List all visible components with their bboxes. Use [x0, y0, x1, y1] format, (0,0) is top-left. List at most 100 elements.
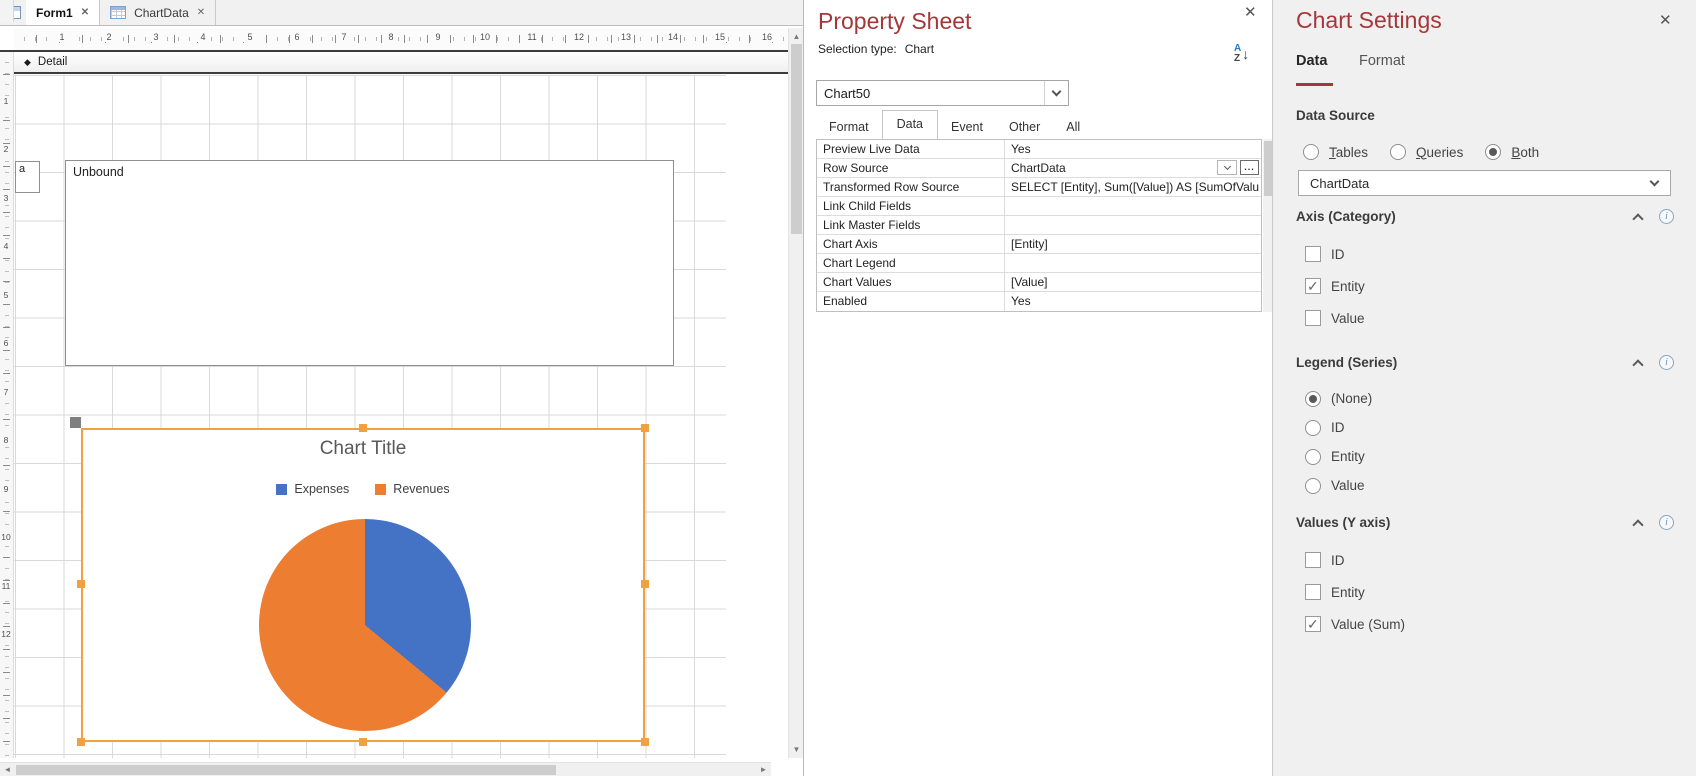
checkbox-id[interactable]: ID [1305, 238, 1674, 270]
collapse-chevron-icon[interactable] [1632, 518, 1644, 531]
resize-handle-bottom-left[interactable] [77, 738, 85, 746]
checkbox-icon[interactable] [1305, 552, 1321, 568]
property-row[interactable]: Chart Values [Value] [817, 273, 1261, 292]
radio-queries[interactable]: Queries [1390, 144, 1463, 160]
collapse-chevron-icon[interactable] [1632, 358, 1644, 371]
property-row[interactable]: Preview Live Data Yes [817, 140, 1261, 159]
ruler-number: 10 [478, 32, 492, 42]
ruler-number: 9 [1, 483, 11, 495]
tab-form1[interactable]: Form1 ✕ [26, 0, 101, 25]
radio-icon[interactable] [1303, 144, 1319, 160]
ruler-number: 8 [1, 435, 11, 446]
property-value[interactable]: [Value] [1005, 273, 1261, 291]
tab-chartdata[interactable]: ChartData ✕ [100, 0, 217, 25]
radio-entity[interactable]: Entity [1305, 442, 1674, 471]
property-row[interactable]: Chart Legend [817, 254, 1261, 273]
property-value[interactable]: SELECT [Entity], Sum([Value]) AS [SumOfV… [1005, 178, 1261, 196]
close-icon[interactable]: ✕ [81, 7, 89, 18]
resize-handle-top[interactable] [359, 424, 367, 432]
attached-label-control[interactable]: a [15, 161, 40, 193]
property-value[interactable]: Yes [1005, 292, 1261, 311]
resize-handle-top-right[interactable] [641, 424, 649, 432]
detail-section-bar[interactable]: ◆ Detail [0, 52, 788, 72]
tab-all[interactable]: All [1053, 115, 1093, 139]
property-value[interactable]: [Entity] [1005, 235, 1261, 253]
info-icon[interactable]: i [1659, 355, 1674, 370]
tab-event[interactable]: Event [938, 115, 996, 139]
radio-icon[interactable] [1305, 448, 1321, 465]
checkbox-icon[interactable] [1305, 246, 1321, 262]
close-icon[interactable]: ✕ [1659, 13, 1672, 28]
ruler-number: 8 [384, 32, 398, 42]
info-icon[interactable]: i [1659, 209, 1674, 224]
tab-data[interactable]: Data [1296, 53, 1327, 69]
checkbox-icon[interactable] [1305, 310, 1321, 326]
checkbox-value[interactable]: Value [1305, 302, 1674, 334]
vertical-scrollbar[interactable]: ▲ ▼ [788, 28, 803, 758]
property-row[interactable]: Link Child Fields [817, 197, 1261, 216]
sort-az-icon[interactable]: AZ ↓ [1234, 44, 1249, 64]
data-source-dropdown[interactable]: ChartData [1298, 170, 1671, 196]
collapse-chevron-icon[interactable] [1632, 212, 1644, 225]
info-icon[interactable]: i [1659, 515, 1674, 530]
section-collapse-icon: ◆ [24, 56, 31, 67]
horizontal-scroll-thumb[interactable] [16, 765, 556, 775]
tab-format[interactable]: Format [816, 115, 882, 139]
property-value[interactable]: ChartData ... [1005, 159, 1261, 177]
resize-handle-left[interactable] [77, 580, 85, 588]
property-value[interactable] [1005, 197, 1261, 215]
property-grid: Preview Live Data Yes Row Source ChartDa… [816, 139, 1262, 312]
checkbox-icon[interactable] [1305, 616, 1321, 633]
radio-icon[interactable] [1485, 144, 1502, 160]
vertical-scroll-thumb[interactable] [791, 44, 802, 234]
radio-icon[interactable] [1305, 419, 1321, 436]
checkbox-id[interactable]: ID [1305, 544, 1674, 576]
radio-icon[interactable] [1305, 390, 1321, 407]
tab-other[interactable]: Other [996, 115, 1053, 139]
resize-handle-bottom[interactable] [359, 738, 367, 746]
checkbox-icon[interactable] [1305, 584, 1321, 600]
row-source-builder-button[interactable]: ... [1240, 160, 1259, 175]
property-row[interactable]: Row Source ChartData ... [817, 159, 1261, 178]
scroll-down-icon[interactable]: ▼ [789, 742, 804, 757]
close-icon[interactable]: ✕ [1244, 5, 1257, 20]
radio-both[interactable]: Both [1485, 144, 1539, 160]
property-value[interactable]: Yes [1005, 140, 1261, 158]
close-icon[interactable]: ✕ [197, 7, 205, 18]
checkbox-icon[interactable] [1305, 278, 1321, 295]
scroll-left-icon[interactable]: ◄ [0, 763, 15, 776]
checkbox-entity[interactable]: Entity [1305, 270, 1674, 302]
radio-none[interactable]: (None) [1305, 384, 1674, 413]
object-selector-combo[interactable]: Chart50 [816, 80, 1069, 106]
radio-tables[interactable]: Tables [1303, 144, 1368, 160]
radio-id[interactable]: ID [1305, 413, 1674, 442]
resize-handle-bottom-right[interactable] [641, 738, 649, 746]
radio-value[interactable]: Value [1305, 471, 1674, 500]
resize-handle-right[interactable] [641, 580, 649, 588]
pie-chart [259, 519, 471, 731]
chevron-down-icon[interactable] [1044, 81, 1068, 105]
property-row[interactable]: Enabled Yes [817, 292, 1261, 311]
property-row[interactable]: Chart Axis [Entity] [817, 235, 1261, 254]
property-row[interactable]: Transformed Row Source SELECT [Entity], … [817, 178, 1261, 197]
radio-icon[interactable] [1390, 144, 1407, 160]
property-value[interactable] [1005, 254, 1261, 272]
ruler-number: 3 [1, 192, 11, 204]
radio-icon[interactable] [1305, 477, 1321, 494]
checkbox-value-sum[interactable]: Value (Sum) [1305, 608, 1674, 640]
chart-title: Chart Title [319, 438, 407, 459]
chart-control[interactable]: Chart Title Expenses Revenues [81, 428, 645, 742]
row-source-dropdown-button[interactable] [1217, 160, 1237, 175]
tab-format[interactable]: Format [1359, 53, 1405, 69]
move-handle[interactable] [70, 417, 81, 428]
unbound-control[interactable]: Unbound [65, 160, 674, 366]
active-tab-underline [1296, 83, 1333, 86]
property-row[interactable]: Link Master Fields [817, 216, 1261, 235]
checkbox-entity[interactable]: Entity [1305, 576, 1674, 608]
scroll-right-icon[interactable]: ► [756, 763, 771, 776]
horizontal-scrollbar[interactable]: ◄ ► [0, 762, 771, 776]
tab-data[interactable]: Data [881, 110, 938, 139]
property-value[interactable] [1005, 216, 1261, 234]
scroll-up-icon[interactable]: ▲ [789, 29, 804, 44]
selection-type-label: Selection type: [818, 42, 897, 56]
